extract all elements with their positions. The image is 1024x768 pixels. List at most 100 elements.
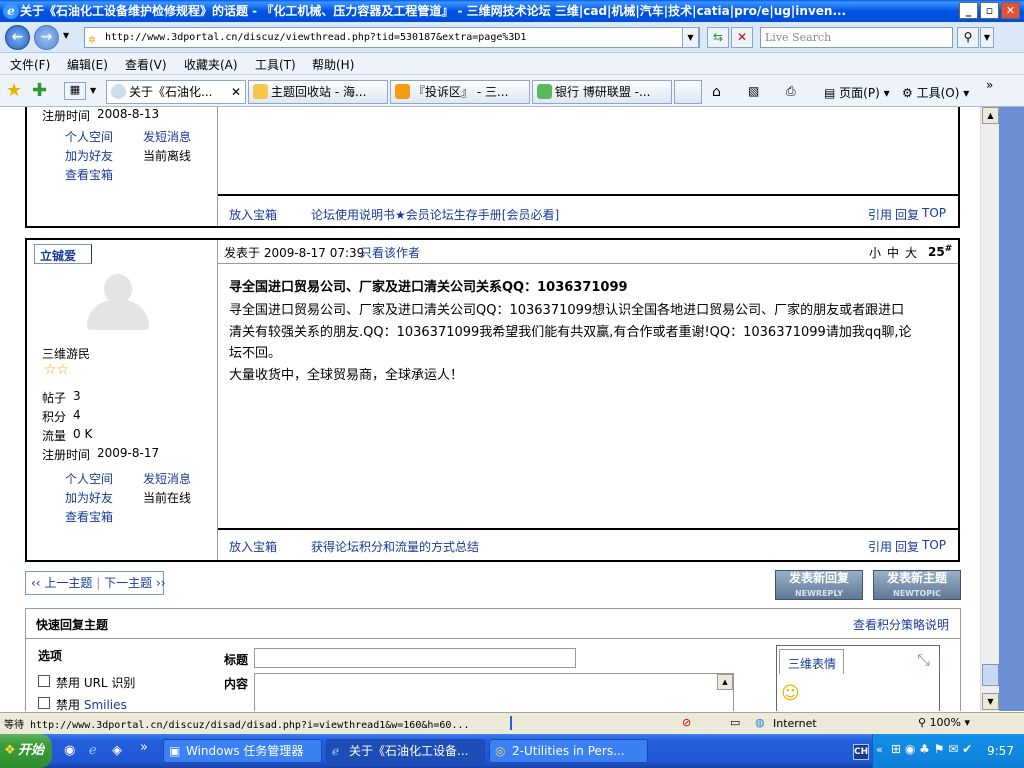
maximize-button[interactable]: ▫ xyxy=(980,2,999,19)
emoticon-tab[interactable]: 三维表情 xyxy=(779,649,844,674)
new-reply-button[interactable]: 发表新回复 NEWREPLY xyxy=(775,570,863,600)
view-treasure-link[interactable]: 查看宝箱 xyxy=(65,166,113,183)
tab-recycle[interactable]: 主题回收站 - 海... xyxy=(248,80,388,104)
task-task-manager[interactable]: ▣ Windows 任务管理器 xyxy=(163,739,322,763)
page-content: 注册时间 2008-8-13 个人空间 发短消息 加为好友 当前离线 查看宝箱 … xyxy=(0,107,980,711)
new-topic-button[interactable]: 发表新主题 NEWTOPIC xyxy=(873,570,961,600)
menu-view[interactable]: 查看(V) xyxy=(125,56,167,73)
task-browser[interactable]: ℯ 关于《石油化工设备... xyxy=(326,739,485,763)
clock[interactable]: 9:57 xyxy=(987,744,1014,758)
scroll-up-icon[interactable]: ▲ xyxy=(982,107,999,124)
menu-tools[interactable]: 工具(T) xyxy=(255,56,296,73)
tray-icons[interactable]: ⊞ ◉ ♣ ⚑ ✉ ✔ xyxy=(891,742,972,756)
vertical-scrollbar[interactable]: ▲ ▼ xyxy=(980,107,999,711)
send-message-link[interactable]: 发短消息 xyxy=(143,128,191,145)
quick-tabs-icon[interactable]: ▦ xyxy=(64,82,86,100)
ime-indicator[interactable]: CH xyxy=(853,744,869,760)
add-to-treasure-link[interactable]: 放入宝箱 xyxy=(229,538,277,555)
smilies-link[interactable]: Smilies xyxy=(84,698,127,711)
forward-button[interactable]: → xyxy=(34,25,59,50)
add-to-treasure-link[interactable]: 放入宝箱 xyxy=(229,206,277,223)
close-tab-icon[interactable]: ✕ xyxy=(231,81,241,103)
tab-current[interactable]: 关于《石油化... ✕ xyxy=(106,80,246,104)
tab-complaints[interactable]: 『投诉区』 - 三... xyxy=(390,80,530,104)
quote-link[interactable]: 引用 xyxy=(868,538,892,555)
top-link[interactable]: TOP xyxy=(922,538,946,552)
task-utilities[interactable]: ◎ 2-Utilities in Pers... xyxy=(489,739,648,763)
points-policy-link[interactable]: 查看积分策略说明 xyxy=(853,616,949,633)
home-icon[interactable]: ⌂ xyxy=(712,84,721,100)
content-textarea[interactable]: ▲ xyxy=(254,673,734,711)
address-dropdown-icon[interactable]: ▼ xyxy=(682,27,699,48)
textarea-scroll-up-icon[interactable]: ▲ xyxy=(717,674,733,690)
send-message-link[interactable]: 发短消息 xyxy=(143,470,191,487)
tab-bank-label: 银行 博研联盟 -... xyxy=(555,85,651,99)
window-titlebar[interactable]: e 关于《石油化工设备维护检修规程》的话题 - 『化工机械、压力容器及工程管道』… xyxy=(0,0,1024,22)
rank-stars-icon: ☆☆ xyxy=(44,362,70,378)
menu-file[interactable]: 文件(F) xyxy=(10,56,50,73)
menu-favorites[interactable]: 收藏夹(A) xyxy=(184,56,238,73)
back-button[interactable]: ← xyxy=(5,25,30,50)
tab-bank[interactable]: 银行 博研联盟 -... xyxy=(532,80,672,104)
ie-quicklaunch-icon[interactable]: ℯ xyxy=(89,743,97,758)
font-large-button[interactable]: 大 xyxy=(905,244,917,261)
smiley-icon[interactable]: ☺ xyxy=(781,683,800,704)
reply-link[interactable]: 回复 xyxy=(895,206,919,223)
search-input[interactable]: Live Search xyxy=(760,27,953,48)
quicklaunch-overflow-icon[interactable]: » xyxy=(140,740,148,755)
page-menu[interactable]: ▤ 页面(P) ▾ xyxy=(824,84,890,101)
emoticon-expand-icon[interactable]: ⤡ xyxy=(917,650,930,670)
toolbar-overflow-icon[interactable]: » xyxy=(986,78,993,92)
prev-thread-link[interactable]: ‹‹ 上一主题 xyxy=(31,576,92,590)
posts-label: 帖子 xyxy=(42,391,67,405)
tray-expand-icon[interactable]: « xyxy=(876,743,883,756)
top-link[interactable]: TOP xyxy=(922,206,946,220)
reg-time-label: 注册时间 xyxy=(42,109,91,123)
signature-link[interactable]: 获得论坛积分和流量的方式总结 xyxy=(311,538,479,555)
app-quicklaunch-icon[interactable]: ◈ xyxy=(112,743,122,758)
add-friend-link[interactable]: 加为好友 xyxy=(65,147,113,164)
add-favorite-icon[interactable]: ✚ xyxy=(32,80,47,101)
reply-link[interactable]: 回复 xyxy=(895,538,919,555)
only-author-link[interactable]: 只看该作者 xyxy=(360,244,420,261)
menu-edit[interactable]: 编辑(E) xyxy=(67,56,108,73)
scroll-down-icon[interactable]: ▼ xyxy=(982,693,999,710)
start-button[interactable]: ❖ 开始 xyxy=(0,734,52,768)
new-tab-button[interactable] xyxy=(674,80,702,104)
username-link[interactable]: 立铖爱 xyxy=(40,247,76,264)
disable-url-checkbox[interactable] xyxy=(38,675,50,687)
popup-blocked-icon[interactable]: ⊘ xyxy=(682,716,691,729)
scroll-thumb[interactable] xyxy=(982,664,999,686)
next-thread-link[interactable]: 下一主题 ›› xyxy=(104,576,165,590)
quote-link[interactable]: 引用 xyxy=(868,206,892,223)
address-input[interactable]: ✲ http://www.3dportal.cn/discuz/viewthre… xyxy=(84,27,700,48)
print-icon[interactable]: ⎙ xyxy=(786,84,796,99)
font-medium-button[interactable]: 中 xyxy=(887,244,899,261)
view-treasure-link[interactable]: 查看宝箱 xyxy=(65,508,113,525)
user-space-link[interactable]: 个人空间 xyxy=(65,128,113,145)
tools-menu[interactable]: ⚙ 工具(O) ▾ xyxy=(902,84,969,101)
add-friend-link[interactable]: 加为好友 xyxy=(65,489,113,506)
feeds-icon[interactable]: ▧ xyxy=(748,84,759,98)
subject-input[interactable] xyxy=(254,648,576,668)
post-previous: 注册时间 2008-8-13 个人空间 发短消息 加为好友 当前离线 查看宝箱 … xyxy=(25,107,960,228)
stop-icon[interactable]: ✕ xyxy=(731,27,753,48)
zoom-control[interactable]: ⚲ 100% ▾ xyxy=(918,716,970,729)
font-small-button[interactable]: 小 xyxy=(869,244,881,261)
search-options-icon[interactable]: ▼ xyxy=(980,27,994,48)
username-box: 立铖爱 xyxy=(34,244,92,264)
disable-smilies-checkbox[interactable] xyxy=(38,697,50,709)
refresh-icon[interactable]: ⇆ xyxy=(707,27,729,48)
tab-favicon-icon xyxy=(395,84,410,99)
history-dropdown-icon[interactable]: ▼ xyxy=(63,31,69,40)
minimize-button[interactable]: _ xyxy=(959,2,978,19)
signature-link[interactable]: 论坛使用说明书★会员论坛生存手册[会员必看] xyxy=(311,206,559,223)
quicklaunch-icon[interactable]: ◉ xyxy=(64,743,75,758)
reg-time-value: 2009-8-17 xyxy=(97,446,160,460)
user-space-link[interactable]: 个人空间 xyxy=(65,470,113,487)
search-icon[interactable]: ⚲ xyxy=(957,27,979,48)
tab-list-dropdown-icon[interactable]: ▼ xyxy=(90,86,96,95)
menu-help[interactable]: 帮助(H) xyxy=(312,56,354,73)
favorites-star-icon[interactable]: ★ xyxy=(6,80,22,101)
close-window-button[interactable]: ✕ xyxy=(1001,2,1020,19)
